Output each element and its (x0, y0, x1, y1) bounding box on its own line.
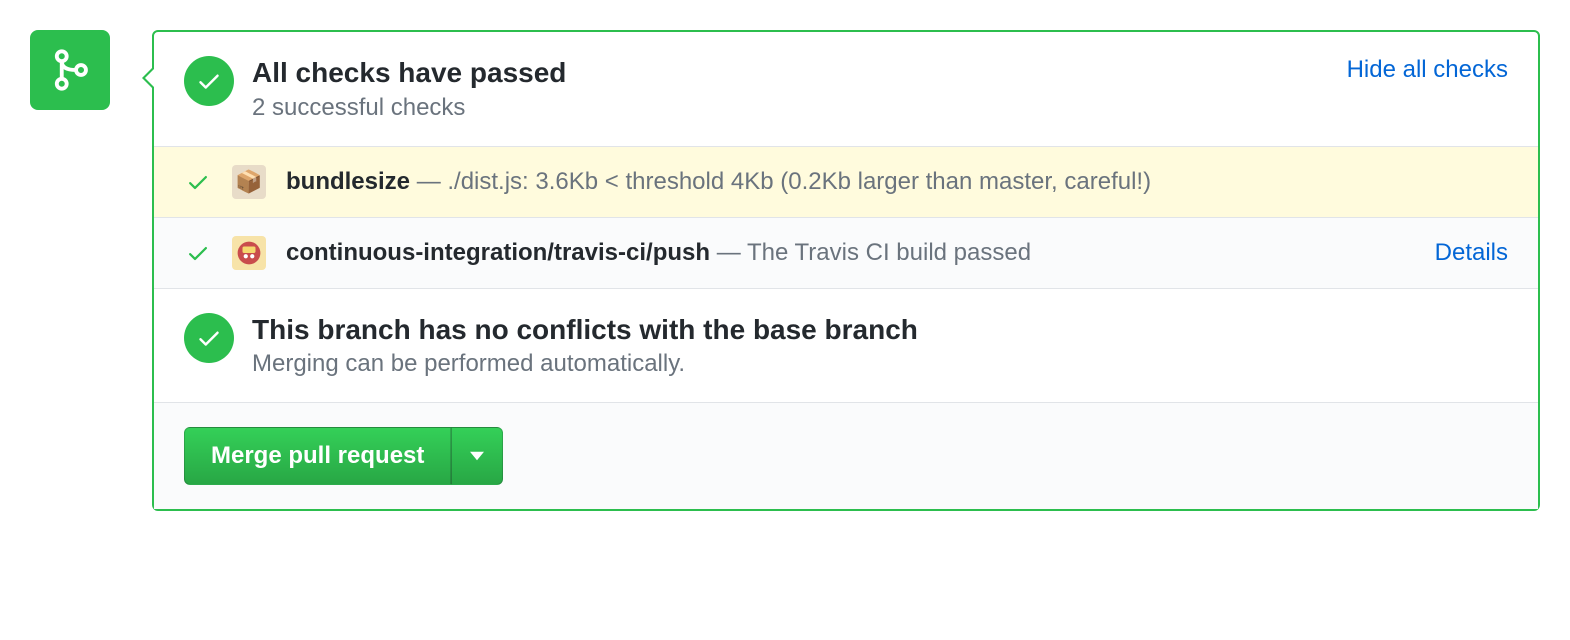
check-details-link[interactable]: Details (1435, 239, 1508, 267)
check-status-icon (184, 239, 212, 267)
caret-down-icon (470, 451, 484, 461)
merge-options-dropdown[interactable] (451, 427, 503, 485)
hide-checks-link[interactable]: Hide all checks (1347, 56, 1508, 84)
git-merge-icon (48, 48, 92, 92)
merge-status-panel: All checks have passed 2 successful chec… (152, 30, 1540, 511)
package-icon: 📦 (232, 165, 266, 199)
success-badge (184, 313, 234, 363)
check-row: 📦 bundlesize — ./dist.js: 3.6Kb < thresh… (154, 146, 1538, 217)
check-status-icon (184, 168, 212, 196)
check-name: continuous-integration/travis-ci/push (286, 239, 710, 266)
travis-icon (232, 236, 266, 270)
checks-header: All checks have passed 2 successful chec… (154, 32, 1538, 146)
check-icon (196, 325, 222, 351)
checks-title: All checks have passed (252, 56, 1329, 90)
merge-section: Merge pull request (154, 402, 1538, 509)
checks-subtitle: 2 successful checks (252, 94, 1329, 122)
conflicts-title: This branch has no conflicts with the ba… (252, 313, 1508, 347)
success-badge (184, 56, 234, 106)
check-description: bundlesize — ./dist.js: 3.6Kb < threshol… (286, 168, 1508, 196)
check-description: continuous-integration/travis-ci/push — … (286, 239, 1415, 267)
check-icon (186, 241, 210, 265)
merge-pull-request-button[interactable]: Merge pull request (184, 427, 451, 485)
conflicts-subtitle: Merging can be performed automatically. (252, 350, 1508, 378)
conflicts-section: This branch has no conflicts with the ba… (154, 288, 1538, 403)
merge-timeline-badge (30, 30, 110, 110)
merge-button-group: Merge pull request (184, 427, 503, 485)
check-row: continuous-integration/travis-ci/push — … (154, 217, 1538, 288)
check-icon (196, 68, 222, 94)
check-name: bundlesize (286, 168, 410, 195)
check-icon (186, 170, 210, 194)
check-detail-text: ./dist.js: 3.6Kb < threshold 4Kb (0.2Kb … (447, 168, 1151, 195)
check-detail-text: The Travis CI build passed (747, 239, 1031, 266)
